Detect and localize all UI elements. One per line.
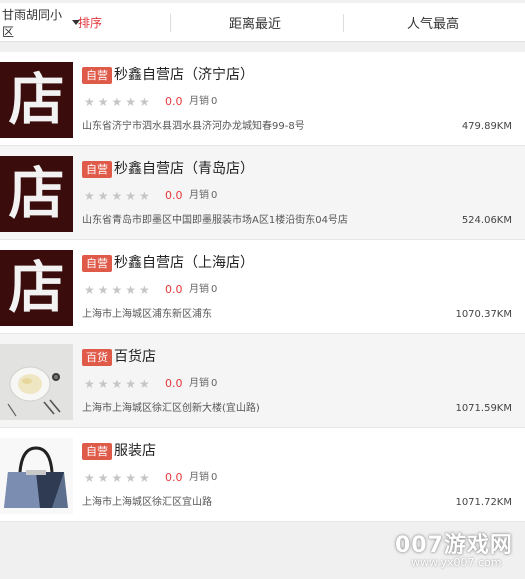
store-row[interactable]: 百货 百货店 ★★★★★ 0.0 月销 0 上海市上海城区徐汇区创新大楼(宜山路…	[0, 334, 525, 428]
store-score: 0.0	[165, 377, 183, 390]
sort-default-label: 排序	[78, 16, 103, 30]
monthly-sales-value: 0	[211, 378, 218, 389]
store-thumbnail	[0, 344, 73, 420]
store-address: 上海市上海城区徐汇区宜山路	[82, 497, 212, 508]
store-thumbnail: 店	[0, 62, 73, 138]
store-distance: 1071.72KM	[455, 497, 512, 508]
watermark-text: 007游戏网	[395, 533, 513, 558]
monthly-sales-label: 月销	[189, 284, 209, 295]
watermark-url: www.yx007.com	[411, 556, 502, 569]
store-name: 秒鑫自营店（济宁店）	[114, 67, 254, 83]
star-rating-icon: ★★★★★	[84, 189, 153, 203]
store-row[interactable]: 店 自营 秒鑫自营店（济宁店） ★★★★★ 0.0 月销 0 山东省济宁市泗水县…	[0, 52, 525, 146]
sort-popularity-label: 人气最高	[406, 17, 459, 32]
sort-bar: 甘雨胡同小区 排序 距离最近 人气最高	[0, 3, 525, 42]
tableware-image	[0, 344, 73, 420]
store-thumbnail: 店	[0, 156, 73, 232]
store-list: 店 自营 秒鑫自营店（济宁店） ★★★★★ 0.0 月销 0 山东省济宁市泗水县…	[0, 52, 525, 522]
store-distance: 1070.37KM	[455, 309, 512, 320]
sort-popularity-tab[interactable]: 人气最高	[343, 3, 523, 42]
monthly-sales-label: 月销	[189, 190, 209, 201]
store-name: 秒鑫自营店（青岛店）	[114, 161, 254, 177]
store-score: 0.0	[165, 471, 183, 484]
store-thumbnail: 店	[0, 250, 73, 326]
store-address: 上海市上海城区浦东新区浦东	[82, 309, 212, 320]
store-address: 山东省青岛市即墨区中国即墨服装市场A区1楼沿街东04号店	[82, 215, 348, 226]
store-thumbnail-glyph: 店	[8, 67, 65, 133]
monthly-sales-value: 0	[211, 472, 218, 483]
store-score: 0.0	[165, 95, 183, 108]
location-label: 甘雨胡同小区	[2, 7, 63, 39]
sort-default-tab[interactable]: 排序	[78, 3, 108, 42]
store-row[interactable]: 店 自营 秒鑫自营店（青岛店） ★★★★★ 0.0 月销 0 山东省青岛市即墨区…	[0, 146, 525, 240]
site-watermark: 007游戏网 www.yx007.com	[395, 527, 520, 575]
location-dropdown[interactable]: 甘雨胡同小区	[0, 3, 80, 42]
sort-distance-tab[interactable]: 距离最近	[170, 3, 340, 42]
store-address: 上海市上海城区徐汇区创新大楼(宜山路)	[82, 403, 260, 414]
star-rating-icon: ★★★★★	[84, 377, 153, 391]
monthly-sales-value: 0	[211, 190, 218, 201]
monthly-sales-value: 0	[211, 284, 218, 295]
store-thumbnail	[0, 438, 73, 514]
store-thumbnail-glyph: 店	[8, 255, 65, 321]
star-rating-icon: ★★★★★	[84, 471, 153, 485]
store-name: 百货店	[114, 349, 156, 365]
store-distance: 479.89KM	[461, 121, 512, 132]
store-badge: 自营	[82, 255, 112, 272]
store-badge: 百货	[82, 349, 112, 366]
store-badge: 自营	[82, 443, 112, 460]
store-distance: 524.06KM	[461, 215, 512, 226]
handbag-image	[0, 438, 73, 514]
star-rating-icon: ★★★★★	[84, 283, 153, 297]
store-badge: 自营	[82, 161, 112, 178]
store-badge: 自营	[82, 67, 112, 84]
sort-distance-label: 距离最近	[228, 17, 281, 32]
store-row[interactable]: 自营 服装店 ★★★★★ 0.0 月销 0 上海市上海城区徐汇区宜山路 1071…	[0, 428, 525, 522]
store-score: 0.0	[165, 283, 183, 296]
star-rating-icon: ★★★★★	[84, 95, 153, 109]
monthly-sales-value: 0	[211, 96, 218, 107]
store-address: 山东省济宁市泗水县泗水县济河办龙城知春99-8号	[82, 121, 305, 132]
store-score: 0.0	[165, 189, 183, 202]
store-name: 服装店	[114, 443, 156, 459]
monthly-sales-label: 月销	[189, 96, 209, 107]
store-thumbnail-glyph: 店	[8, 161, 65, 227]
store-row[interactable]: 店 自营 秒鑫自营店（上海店） ★★★★★ 0.0 月销 0 上海市上海城区浦东…	[0, 240, 525, 334]
monthly-sales-label: 月销	[189, 378, 209, 389]
monthly-sales-label: 月销	[189, 472, 209, 483]
store-name: 秒鑫自营店（上海店）	[114, 255, 254, 271]
store-distance: 1071.59KM	[455, 403, 512, 414]
